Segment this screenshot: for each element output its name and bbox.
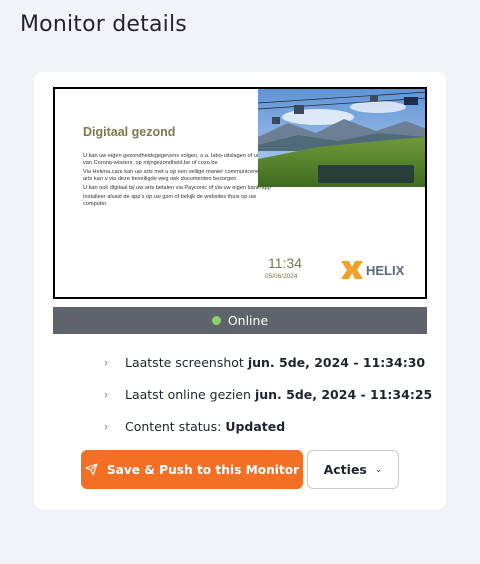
info-list: › Laatste screenshot jun. 5de, 2024 - 11…: [104, 346, 444, 442]
slide-title: Digitaal gezond: [83, 125, 176, 139]
chevron-right-icon: ›: [104, 419, 109, 433]
monitor-card: Digitaal gezond U kan uw eigen gezondhei…: [34, 72, 446, 510]
save-push-label: Save & Push to this Monitor: [106, 462, 300, 477]
svg-text:HELIX: HELIX: [366, 263, 405, 278]
chevron-down-icon: ⌄: [374, 464, 383, 475]
slide-time: 11:34: [268, 255, 302, 271]
actions-label: Acties: [323, 462, 367, 477]
save-push-button[interactable]: Save & Push to this Monitor: [81, 450, 303, 489]
info-row-last-screenshot: › Laatste screenshot jun. 5de, 2024 - 11…: [104, 346, 444, 378]
chevron-right-icon: ›: [104, 387, 109, 401]
monitor-screenshot: Digitaal gezond U kan uw eigen gezondhei…: [53, 87, 427, 299]
slide-paragraph: Installeer alvast de app's op uw gsm of …: [83, 194, 257, 207]
online-status-dot: [211, 316, 221, 325]
page-title: Monitor details: [20, 12, 187, 37]
actions-dropdown-button[interactable]: Acties ⌄: [307, 450, 399, 489]
helix-logo: HELIX: [339, 257, 411, 283]
slide-paragraph: U kan uw eigen gezondheidsgegevens volge…: [83, 153, 277, 166]
info-row-content-status: › Content status: Updated: [104, 410, 444, 442]
slide-paragraph: U kan ook digitaal bij uw arts betalen v…: [83, 185, 271, 191]
chevron-right-icon: ›: [104, 355, 109, 369]
ski-lift-photo: [258, 89, 425, 187]
info-value: Updated: [225, 418, 286, 434]
send-icon: [85, 463, 98, 476]
slide-paragraph: Via Helena.care kan uw arts met u op een…: [83, 169, 278, 182]
info-value: jun. 5de, 2024 - 11:34:25: [254, 386, 433, 402]
info-value: jun. 5de, 2024 - 11:34:30: [247, 354, 426, 370]
slide-body: U kan uw eigen gezondheidsgegevens volge…: [83, 153, 279, 210]
info-label: Content status:: [125, 418, 222, 434]
info-label: Laatste screenshot: [125, 354, 244, 370]
slide-date: 05/06/2024: [265, 273, 298, 280]
info-row-last-online: › Laatst online gezien jun. 5de, 2024 - …: [104, 378, 444, 410]
info-label: Laatst online gezien: [125, 386, 251, 402]
status-label: Online: [227, 313, 269, 328]
status-bar: Online: [53, 307, 427, 334]
